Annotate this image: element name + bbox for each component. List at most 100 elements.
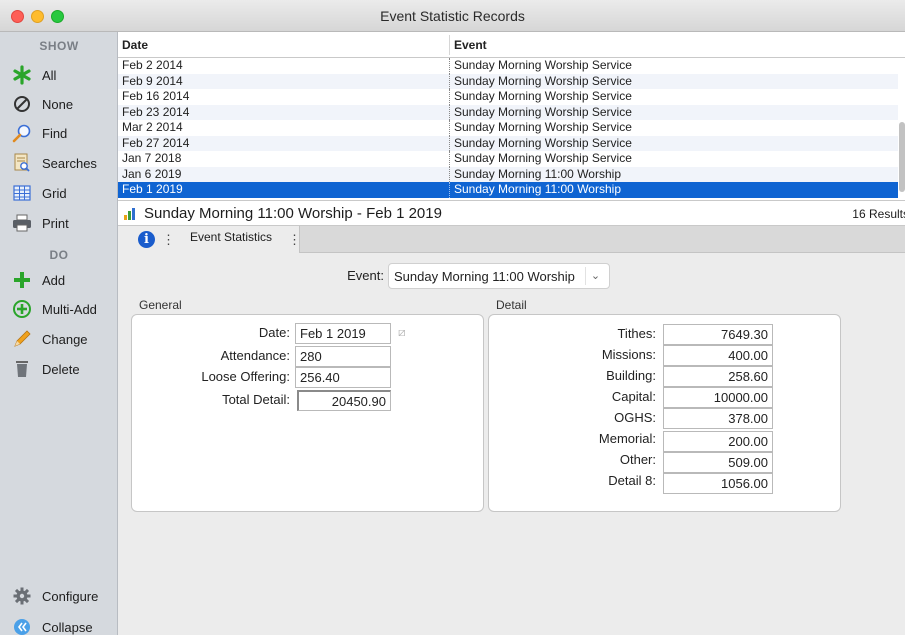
tab-menu-dots[interactable]: ⋮ xyxy=(288,232,301,248)
table-row-selected[interactable]: Feb 1 2019 Sunday Morning 11:00 Worship xyxy=(118,182,898,198)
title-bar: Event Statistic Records xyxy=(0,0,905,32)
trash-icon xyxy=(10,358,34,380)
sidebar-item-label: Searches xyxy=(42,155,97,171)
list-scrollbar[interactable] xyxy=(899,122,905,192)
total-detail-label: Total Detail: xyxy=(222,392,290,407)
memorial-field[interactable]: 200.00 xyxy=(663,431,773,452)
sidebar-item-label: Collapse xyxy=(42,619,93,635)
table-row[interactable]: Feb 16 2014 Sunday Morning Worship Servic… xyxy=(118,89,898,105)
sidebar-item-label: Multi-Add xyxy=(42,301,97,317)
sidebar-item-searches[interactable]: Searches xyxy=(10,150,114,176)
sidebar-item-label: Add xyxy=(42,272,66,288)
loose-offering-field[interactable]: 256.40 xyxy=(295,367,391,388)
sidebar-item-multi-add[interactable]: Multi-Add xyxy=(10,296,114,322)
table-row[interactable]: Feb 9 2014 Sunday Morning Worship Service xyxy=(118,73,898,89)
memorial-label: Memorial: xyxy=(598,431,656,446)
column-header-date[interactable]: Date xyxy=(122,38,148,52)
row-event: Sunday Morning 11:00 Worship xyxy=(454,166,621,181)
event-field: Event: xyxy=(347,264,384,288)
info-icon[interactable]: i xyxy=(138,231,155,248)
sidebar-item-find[interactable]: Find xyxy=(10,120,114,146)
tab-event-statistics[interactable]: i ⋮ Event Statistics ⋮ xyxy=(118,226,301,253)
row-date: Feb 23 2014 xyxy=(122,104,190,119)
pencil-icon xyxy=(10,328,34,350)
row-date: Feb 9 2014 xyxy=(122,73,183,88)
tithes-label: Tithes: xyxy=(617,326,656,341)
table-row[interactable]: Feb 23 2014 Sunday Morning Worship Servic… xyxy=(118,104,898,120)
missions-label: Missions: xyxy=(601,347,656,362)
row-event: Sunday Morning 11:00 Worship xyxy=(454,182,621,196)
printer-icon xyxy=(10,212,34,234)
missions-field[interactable]: 400.00 xyxy=(663,345,773,366)
row-event: Sunday Morning Worship Service xyxy=(454,135,632,150)
table-row[interactable]: Mar 2 2014 Sunday Morning Worship Service xyxy=(118,120,898,136)
oghs-field[interactable]: 378.00 xyxy=(663,408,773,429)
sidebar-item-all[interactable]: All xyxy=(10,62,114,88)
sidebar-item-change[interactable]: Change xyxy=(10,326,114,352)
sidebar-item-configure[interactable]: Configure xyxy=(10,583,114,609)
gear-icon xyxy=(10,585,34,607)
row-date: Feb 27 2014 xyxy=(122,135,190,150)
row-date: Feb 16 2014 xyxy=(122,89,190,103)
sidebar-item-grid[interactable]: Grid xyxy=(10,180,114,206)
record-form: Event: Sunday Morning 11:00 Worship ⌄ Ge… xyxy=(118,253,905,635)
collapse-icon xyxy=(10,616,34,635)
table-row[interactable]: Jan 6 2019 Sunday Morning 11:00 Worship xyxy=(118,166,898,182)
bar-chart-icon xyxy=(124,208,138,220)
calendar-icon[interactable]: ⧄ xyxy=(398,325,406,340)
sidebar-item-collapse[interactable]: Collapse xyxy=(10,614,114,635)
detail-group-box: Tithes: 7649.30 Missions: 400.00 Buildin… xyxy=(488,314,841,512)
attendance-label: Attendance: xyxy=(220,348,290,363)
capital-label: Capital: xyxy=(611,389,656,404)
table-row[interactable]: Feb 27 2014 Sunday Morning Worship Servic… xyxy=(118,135,898,151)
sidebar: SHOW All None Find Searches Grid Print D… xyxy=(0,32,118,635)
asterisk-icon xyxy=(10,64,34,86)
sidebar-item-print[interactable]: Print xyxy=(10,210,114,236)
row-event: Sunday Morning Worship Service xyxy=(454,120,632,134)
row-event: Sunday Morning Worship Service xyxy=(454,89,632,103)
date-label: Date: xyxy=(258,325,290,340)
row-date: Jan 6 2019 xyxy=(122,166,182,181)
sidebar-item-delete[interactable]: Delete xyxy=(10,356,114,382)
event-label: Event: xyxy=(347,268,384,283)
row-date: Feb 1 2019 xyxy=(122,182,183,196)
sidebar-item-label: Grid xyxy=(42,185,67,201)
building-label: Building: xyxy=(606,368,656,383)
sidebar-item-add[interactable]: Add xyxy=(10,267,114,293)
event-select[interactable]: Sunday Morning 11:00 Worship ⌄ xyxy=(388,263,610,289)
tithes-field[interactable]: 7649.30 xyxy=(663,324,773,345)
multi-add-icon xyxy=(10,298,34,320)
capital-field[interactable]: 10000.00 xyxy=(663,387,773,408)
table-body: Feb 2 2014 Sunday Morning Worship Service… xyxy=(118,58,898,198)
window-title: Event Statistic Records xyxy=(380,8,525,24)
detail-8-field[interactable]: 1056.00 xyxy=(663,473,773,494)
none-icon xyxy=(10,93,34,115)
other-label: Other: xyxy=(619,452,656,467)
results-count: 16 Results xyxy=(852,207,905,221)
tab-label: Event Statistics xyxy=(190,230,273,244)
attendance-field[interactable]: 280 xyxy=(295,346,391,367)
other-field[interactable]: 509.00 xyxy=(663,452,773,473)
chevron-down-icon[interactable]: ⌄ xyxy=(585,267,605,285)
sidebar-item-none[interactable]: None xyxy=(10,91,114,117)
oghs-label: OGHS: xyxy=(614,410,656,425)
sidebar-item-label: Delete xyxy=(42,361,80,377)
table-row[interactable]: Jan 7 2018 Sunday Morning Worship Service xyxy=(118,151,898,167)
column-header-event[interactable]: Event xyxy=(454,38,487,52)
date-field[interactable]: Feb 1 2019 xyxy=(295,323,391,344)
table-row[interactable]: Feb 2 2014 Sunday Morning Worship Service xyxy=(118,58,898,74)
row-event: Sunday Morning Worship Service xyxy=(454,104,632,119)
sidebar-item-label: All xyxy=(42,67,57,83)
info-menu-dots[interactable]: ⋮ xyxy=(162,232,175,248)
saved-search-icon xyxy=(10,152,34,174)
row-date: Jan 7 2018 xyxy=(122,151,182,165)
building-field[interactable]: 258.60 xyxy=(663,366,773,387)
general-group-label: General xyxy=(139,298,182,312)
records-table: Date Event Feb 2 2014 Sunday Morning Wors… xyxy=(118,32,905,200)
plus-icon xyxy=(10,269,34,291)
tab-bar: i ⋮ Event Statistics ⋮ xyxy=(118,226,905,253)
record-summary-bar: Sunday Morning 11:00 Worship - Feb 1 201… xyxy=(118,200,905,226)
detail-group-label: Detail xyxy=(496,298,527,312)
column-divider xyxy=(449,35,450,55)
show-heading: SHOW xyxy=(39,39,79,53)
